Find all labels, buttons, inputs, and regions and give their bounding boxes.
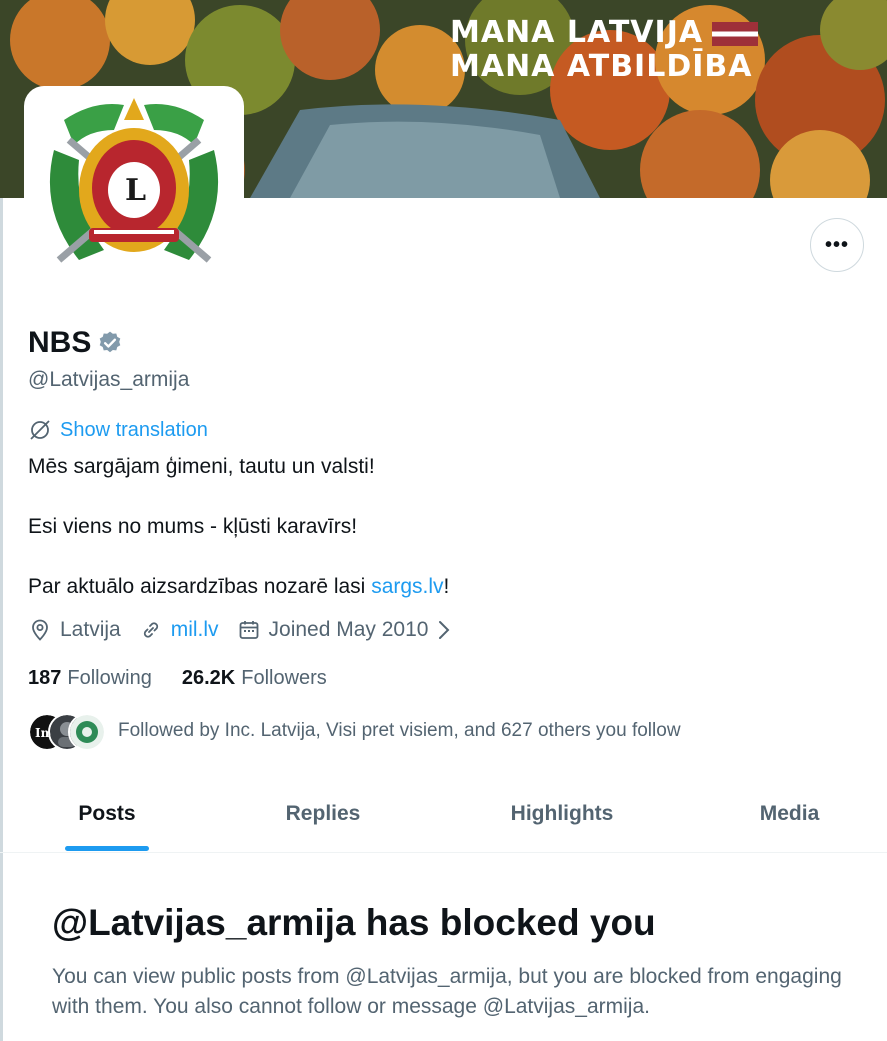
verified-icon[interactable] <box>97 330 123 356</box>
banner-slogan: MANA LATVIJA MANA ATBILDĪBA <box>450 16 753 84</box>
link-icon <box>143 622 158 638</box>
show-translation-label: Show translation <box>60 418 208 441</box>
bio-line-2: Esi viens no mums - kļūsti karavīrs! <box>28 515 358 538</box>
chevron-right-icon <box>439 621 450 639</box>
more-icon: ••• <box>824 233 849 256</box>
location-item: Latvija <box>28 618 121 642</box>
tab-media[interactable]: Media <box>692 775 887 853</box>
banner-line-1: MANA LATVIJA <box>450 15 704 50</box>
calendar-icon <box>239 621 258 639</box>
page-border <box>0 198 3 1041</box>
followers-label: Followers <box>241 667 327 689</box>
followers-link[interactable]: 26.2K Followers <box>182 667 327 690</box>
following-label: Following <box>67 667 152 689</box>
tabs-divider <box>0 852 887 853</box>
following-link[interactable]: 187 Following <box>28 667 152 690</box>
followed-by-avatars: Inc. <box>28 713 106 751</box>
tab-replies[interactable]: Replies <box>214 775 432 853</box>
website-item: mil.lv <box>139 618 219 642</box>
profile-meta: Latvija mil.lv Joined May 2010 <box>28 618 480 642</box>
profile-tabs: Posts Replies Highlights Media <box>0 775 887 853</box>
followers-count: 26.2K <box>181 667 236 689</box>
tab-highlights-label: Highlights <box>510 802 614 825</box>
tab-posts-label: Posts <box>78 802 136 825</box>
location-text: Latvija <box>60 618 121 641</box>
website-link[interactable]: mil.lv <box>171 618 219 642</box>
army-emblem-icon: L <box>49 98 219 263</box>
profile-handle: @Latvijas_armija <box>28 368 190 391</box>
followed-by-row[interactable]: Inc. Followed by Inc. Latvija, Visi pret… <box>28 713 681 751</box>
bio-line-1: Mēs sargājam ģimeni, tautu un valsti! <box>28 455 375 478</box>
bio-line-3-prefix: Par aktuālo aizsardzības nozarē lasi <box>28 575 372 598</box>
following-count: 187 <box>28 667 62 689</box>
profile-name: NBS <box>28 326 92 359</box>
profile-avatar[interactable]: L <box>28 90 240 298</box>
blocked-message: You can view public posts from @Latvijas… <box>52 965 842 1018</box>
banner-line-2: MANA ATBILDĪBA <box>450 49 753 84</box>
joined-text: Joined May 2010 <box>268 618 429 641</box>
followed-by-text: Followed by Inc. Latvija, Visi pret visi… <box>118 720 681 741</box>
joined-item[interactable]: Joined May 2010 <box>237 618 463 642</box>
follower-avatar-3 <box>68 713 106 751</box>
tab-highlights[interactable]: Highlights <box>432 775 692 853</box>
location-icon <box>32 619 48 641</box>
show-translation-link[interactable]: Show translation <box>28 418 208 442</box>
bio-line-3-suffix: ! <box>443 575 450 598</box>
svg-text:L: L <box>125 173 146 208</box>
bio-line-3: Par aktuālo aizsardzības nozarē lasi sar… <box>28 572 449 602</box>
more-options-button[interactable]: ••• <box>810 218 864 272</box>
tab-posts[interactable]: Posts <box>0 775 214 853</box>
tab-media-label: Media <box>759 802 820 825</box>
active-tab-indicator <box>65 846 149 851</box>
blocked-title: @Latvijas_armija has blocked you <box>52 902 656 943</box>
sargs-link[interactable]: sargs.lv <box>371 575 443 598</box>
profile-bio: Mēs sargājam ģimeni, tautu un valsti! Es… <box>28 452 449 602</box>
translate-icon <box>30 420 50 440</box>
profile-name-row: NBS <box>28 326 123 360</box>
tab-replies-label: Replies <box>285 802 361 825</box>
follow-stats: 187 Following 26.2K Followers <box>28 667 357 690</box>
